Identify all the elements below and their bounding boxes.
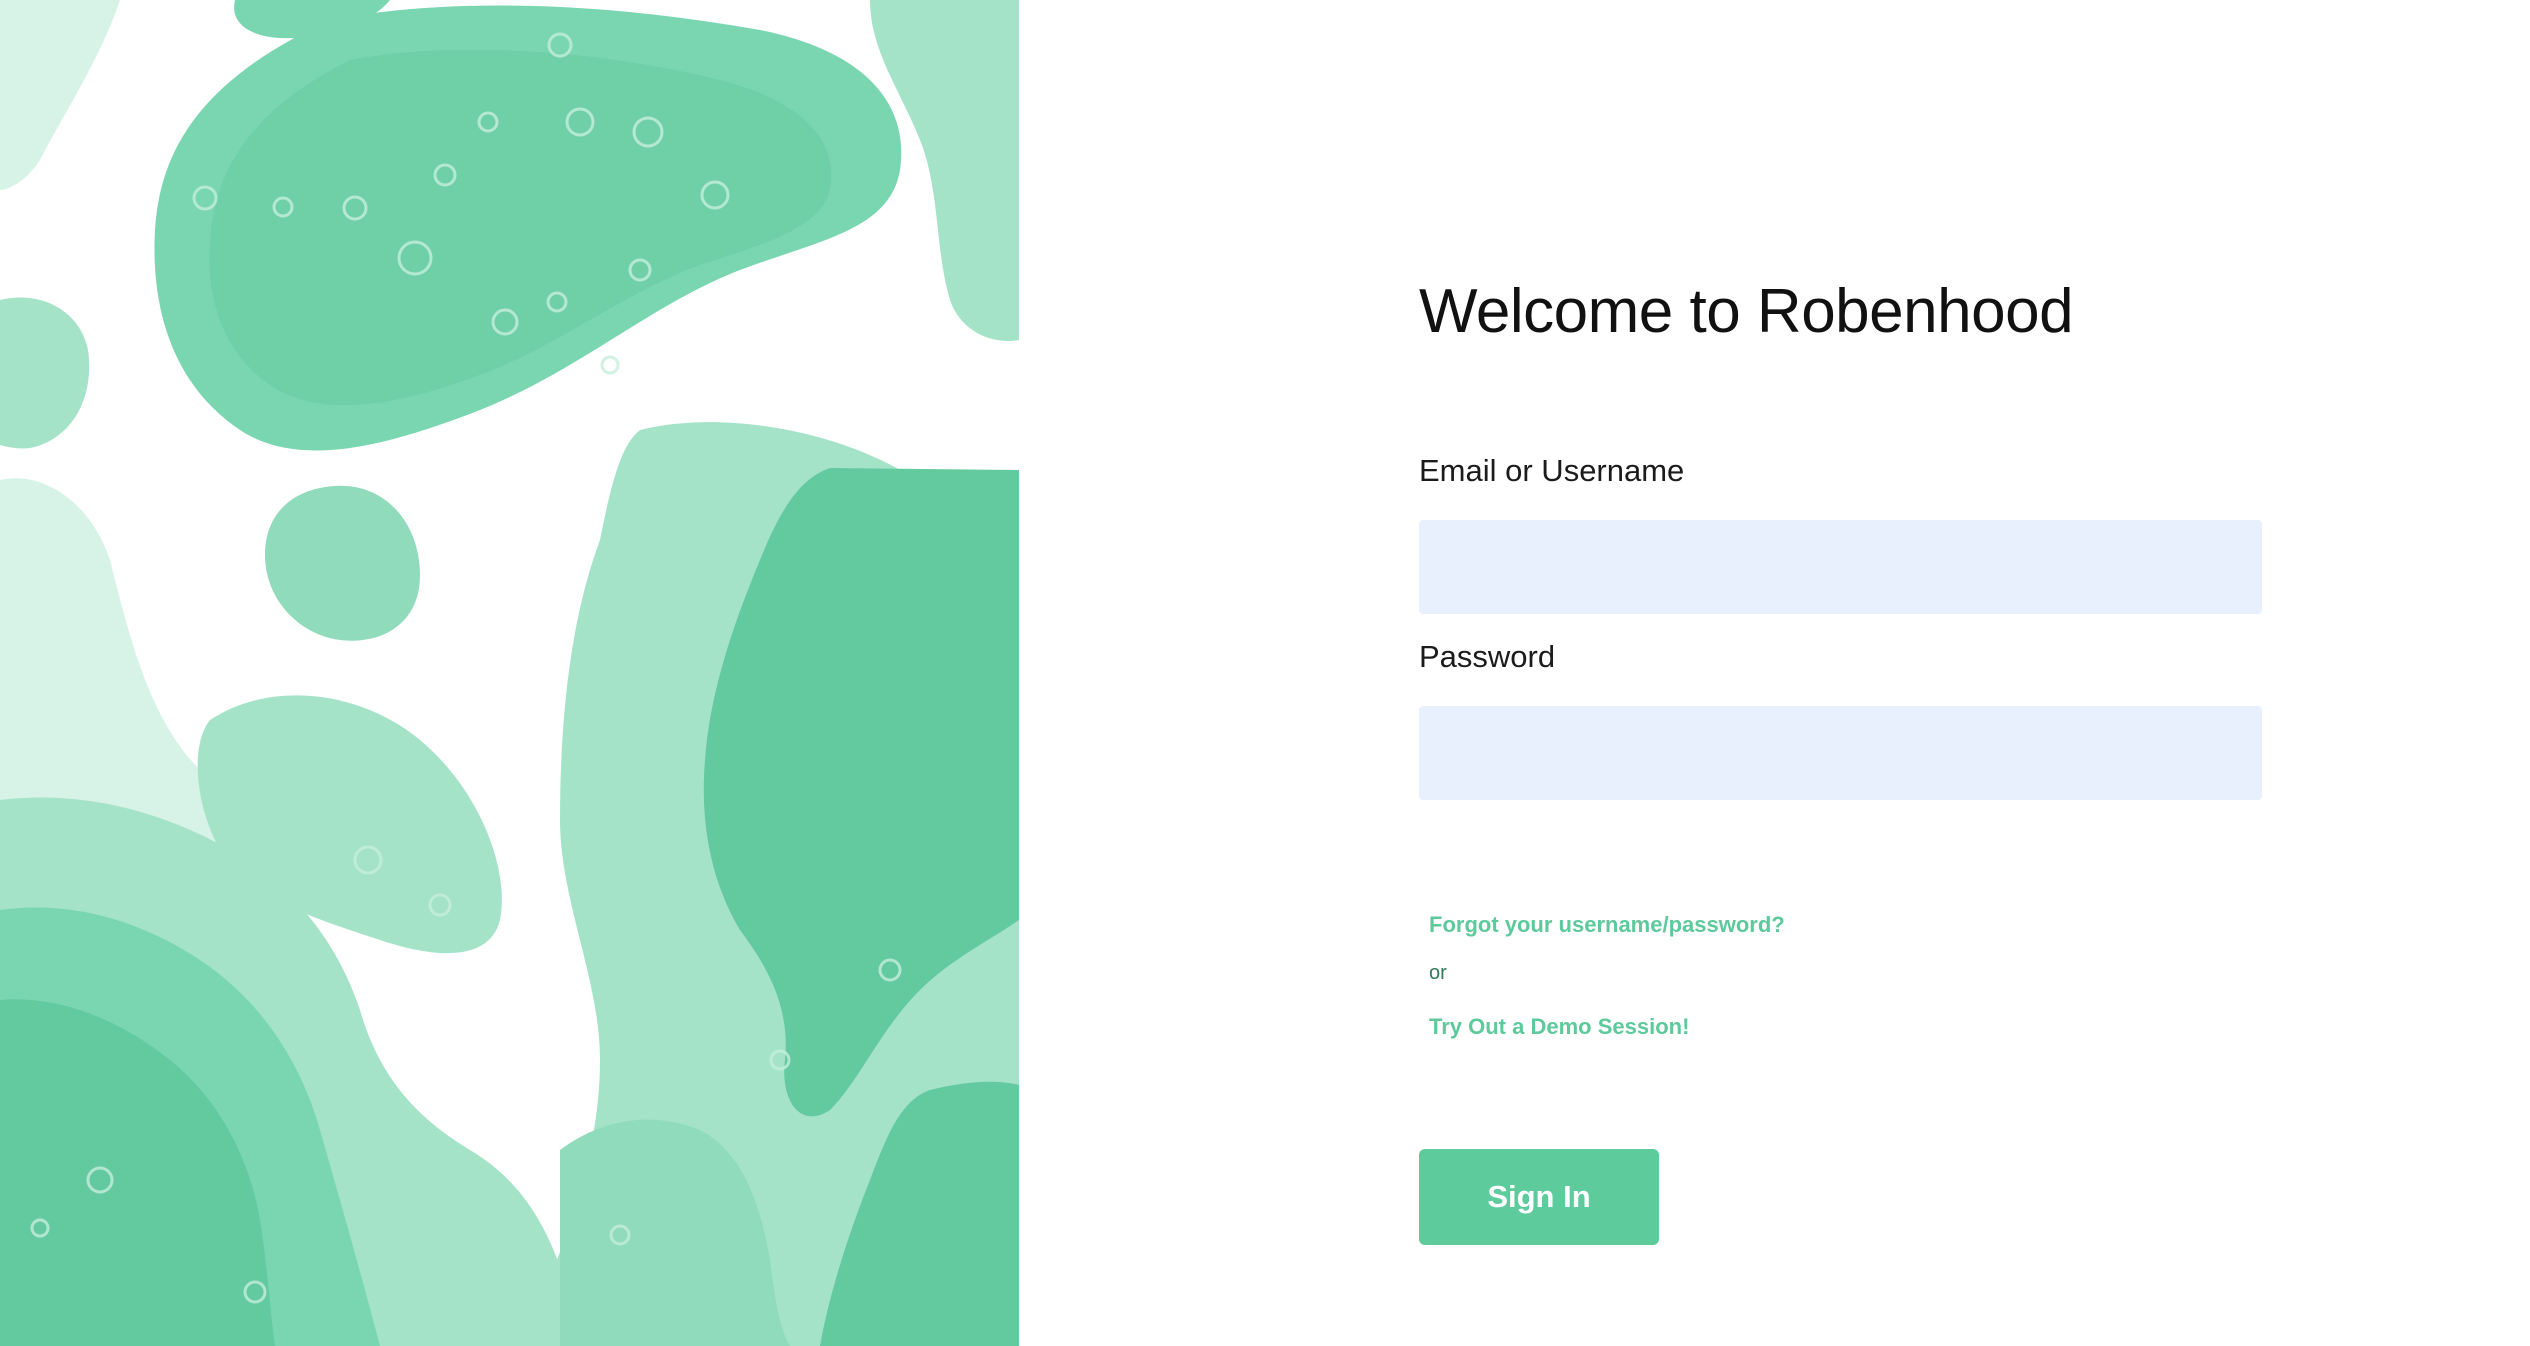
login-form-panel: Welcome to Robenhood Email or Username P… <box>1019 0 2530 1346</box>
demo-session-link[interactable]: Try Out a Demo Session! <box>1429 1014 1689 1040</box>
watercolor-blobs-illustration <box>0 0 1019 1346</box>
forgot-credentials-link[interactable]: Forgot your username/password? <box>1429 912 1785 938</box>
decorative-art-panel <box>0 0 1019 1346</box>
password-field-label: Password <box>1419 639 1556 674</box>
or-separator: or <box>1429 962 1447 984</box>
email-field[interactable] <box>1419 520 2262 614</box>
login-page: Welcome to Robenhood Email or Username P… <box>0 0 2530 1346</box>
page-title: Welcome to Robenhood <box>1419 277 2074 346</box>
email-field-label: Email or Username <box>1419 453 1685 488</box>
sign-in-button[interactable]: Sign In <box>1419 1149 1659 1245</box>
password-field[interactable] <box>1419 706 2262 800</box>
